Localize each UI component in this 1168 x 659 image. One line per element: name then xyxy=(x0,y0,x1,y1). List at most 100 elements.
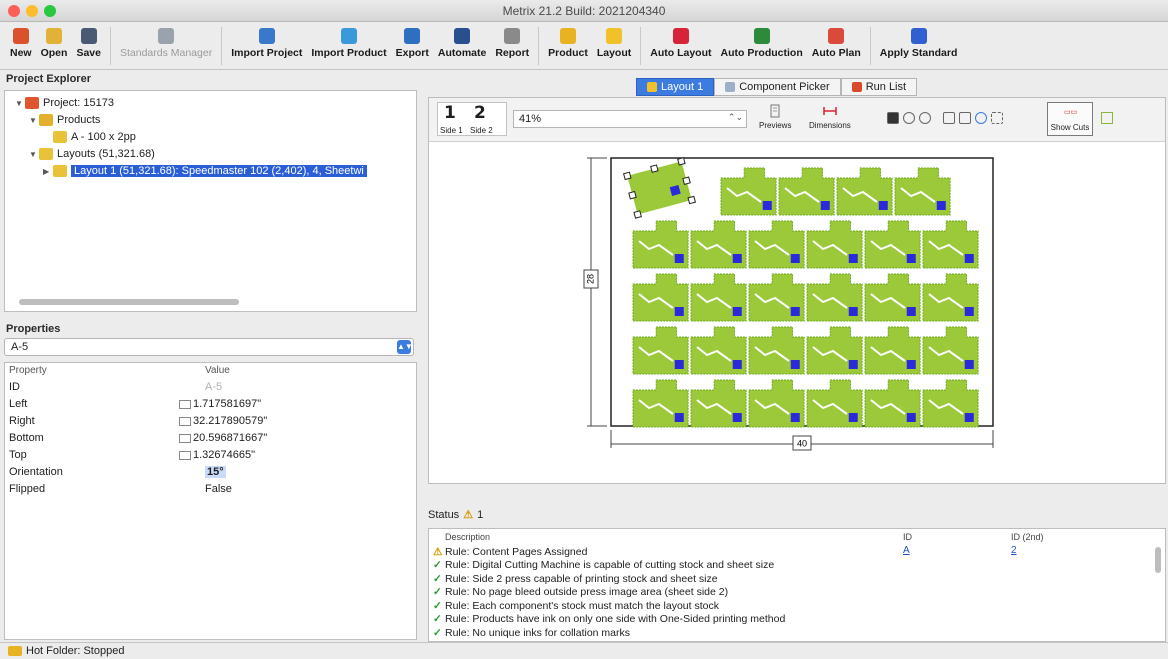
disclosure-open-icon[interactable]: ▼ xyxy=(29,150,39,159)
fit-page-icon[interactable] xyxy=(887,112,899,124)
properties-table: Property Value ID A-5 Left 1.717581697" Righ… xyxy=(4,362,417,640)
resize-handle[interactable] xyxy=(650,164,659,173)
status-description: Rule: Side 2 press capable of printing s… xyxy=(445,572,718,585)
resize-handle[interactable] xyxy=(623,171,632,181)
property-value-cell[interactable]: False xyxy=(205,483,232,495)
tab-label: Component Picker xyxy=(739,81,830,93)
property-value-cell[interactable]: 1.32674665" xyxy=(179,449,255,461)
project-explorer-tree[interactable]: ▼ Project: 15173 ▼ Products A - 100 x 2pp ▼ La… xyxy=(4,90,417,312)
status-row[interactable]: ⚠ Rule: Content Pages Assigned xyxy=(433,545,587,558)
resize-handle[interactable] xyxy=(628,190,637,200)
toolbar-button-label: Import Product xyxy=(311,47,387,59)
show-cuts-button[interactable]: ▭▭ Show Cuts xyxy=(1047,102,1093,136)
tree-item[interactable]: ▼ Products xyxy=(29,112,100,128)
property-value-cell[interactable]: 15° xyxy=(205,466,226,478)
disclosure-closed-icon[interactable]: ▶ xyxy=(43,167,53,176)
warning-icon: ⚠ xyxy=(463,509,474,521)
status-row[interactable]: ✓ Rule: Side 2 press capable of printing … xyxy=(433,572,718,585)
zoom-stepper-icon[interactable]: ⌃⌄ xyxy=(728,112,743,123)
resize-handle[interactable] xyxy=(682,176,691,185)
select-icon[interactable] xyxy=(943,112,955,124)
tree-item-label: Products xyxy=(57,114,101,126)
status-header: Status ⚠ 1 xyxy=(428,508,483,522)
auto-production-icon xyxy=(753,28,770,44)
window-title: Metrix 21.2 Build: 2021204340 xyxy=(502,4,666,18)
property-row[interactable]: Flipped False xyxy=(9,483,409,499)
property-row[interactable]: Right 32.217890579" xyxy=(9,415,409,431)
zoom-field[interactable]: 41% ⌃⌄ xyxy=(513,110,747,128)
project-icon xyxy=(25,97,39,109)
property-value-cell[interactable]: 1.717581697" xyxy=(179,398,261,410)
tree-item-label: A - 100 x 2pp xyxy=(71,131,136,143)
tree-item-label: Layouts (51,321.68) xyxy=(57,148,155,160)
side-2-button[interactable]: 2 xyxy=(474,103,486,123)
property-row[interactable]: Orientation 15° xyxy=(9,466,409,482)
status-row[interactable]: ✓ Rule: No page bleed outside press image… xyxy=(433,586,728,599)
save-button[interactable]: Save xyxy=(76,22,101,59)
tree-item[interactable]: ▼ Project: 15173 xyxy=(15,95,114,111)
report-button[interactable]: Report xyxy=(495,22,529,59)
previews-label: Previews xyxy=(759,121,792,130)
layers-icon[interactable] xyxy=(1101,112,1113,124)
property-value-cell[interactable]: 20.596871667" xyxy=(179,432,267,444)
color-mark xyxy=(732,254,742,263)
property-value-cell[interactable]: A-5 xyxy=(205,381,222,393)
status-row[interactable]: ✓ Rule: Products have ink on only one sid… xyxy=(433,613,785,626)
disclosure-open-icon[interactable]: ▼ xyxy=(29,116,39,125)
tree-item[interactable]: A - 100 x 2pp xyxy=(43,129,136,145)
layout-button[interactable]: Layout xyxy=(597,22,631,59)
automate-button[interactable]: Automate xyxy=(438,22,486,59)
auto-plan-icon xyxy=(828,28,845,44)
status-id-link[interactable]: A xyxy=(903,545,910,556)
zoom-out-icon[interactable] xyxy=(919,112,931,124)
tree-item[interactable]: ▼ Layouts (51,321.68) xyxy=(29,146,155,162)
side-1-button[interactable]: 1 xyxy=(444,103,456,123)
open-button[interactable]: Open xyxy=(41,22,67,59)
export-button[interactable]: Export xyxy=(396,22,429,59)
grid-icon[interactable] xyxy=(991,112,1003,124)
sheet-canvas[interactable]: 28 40 xyxy=(429,142,1165,482)
status-row[interactable]: ✓ Rule: No unique inks for collation mark… xyxy=(433,626,630,639)
status-description: Rule: Each component's stock must match … xyxy=(445,599,719,612)
status-row[interactable]: ✓ Rule: Each component's stock must match… xyxy=(433,599,719,612)
new-button[interactable]: New xyxy=(10,22,32,59)
property-row[interactable]: ID A-5 xyxy=(9,381,409,397)
property-row[interactable]: Left 1.717581697" xyxy=(9,398,409,414)
status-row[interactable]: ✓ Rule: Digital Cutting Machine is capabl… xyxy=(433,559,774,572)
properties-object-select[interactable]: A-5 ▲▼ xyxy=(4,338,414,356)
marquee-zoom-icon[interactable] xyxy=(959,112,971,124)
side-selector[interactable]: 1 2 Side 1 Side 2 xyxy=(437,102,507,136)
title-bar: Metrix 21.2 Build: 2021204340 xyxy=(0,0,1168,22)
tree-item[interactable]: ▶ Layout 1 (51,321.68): Speedmaster 102 (… xyxy=(43,163,367,179)
disclosure-open-icon[interactable]: ▼ xyxy=(15,99,25,108)
property-value: 1.32674665" xyxy=(193,449,256,461)
previews-icon xyxy=(770,104,780,118)
status-id2-link[interactable]: 2 xyxy=(1011,545,1017,556)
tab-layout-1[interactable]: Layout 1 xyxy=(636,78,715,96)
property-row[interactable]: Top 1.32674665" xyxy=(9,449,409,465)
import-product-button[interactable]: Import Product xyxy=(311,22,387,59)
resize-handle[interactable] xyxy=(677,157,686,166)
apply-standard-button[interactable]: Apply Standard xyxy=(880,22,957,59)
auto-production-button[interactable]: Auto Production xyxy=(721,22,803,59)
chevron-down-icon[interactable]: ▲▼ xyxy=(397,340,413,354)
auto-layout-button[interactable]: Auto Layout xyxy=(650,22,712,59)
resize-handle[interactable] xyxy=(687,195,697,205)
import-project-button[interactable]: Import Project xyxy=(231,22,302,59)
status-scrollbar[interactable] xyxy=(1155,547,1161,573)
auto-plan-button[interactable]: Auto Plan xyxy=(812,22,861,59)
previews-button[interactable]: Previews xyxy=(759,104,791,130)
explorer-scrollbar[interactable] xyxy=(19,299,239,305)
dimensions-button[interactable]: Dimensions xyxy=(809,104,851,130)
zoom-in-icon[interactable] xyxy=(903,112,915,124)
report-icon xyxy=(504,28,521,44)
product-button[interactable]: Product xyxy=(548,22,588,59)
status-description: Rule: No page bleed outside press image … xyxy=(445,586,729,598)
rotate-icon[interactable] xyxy=(975,112,987,124)
tab-component-picker[interactable]: Component Picker xyxy=(714,78,841,96)
color-mark xyxy=(790,360,800,369)
property-value-cell[interactable]: 32.217890579" xyxy=(179,415,267,427)
tab-run-list[interactable]: Run List xyxy=(840,78,918,96)
resize-handle[interactable] xyxy=(633,210,642,219)
property-row[interactable]: Bottom 20.596871667" xyxy=(9,432,409,448)
